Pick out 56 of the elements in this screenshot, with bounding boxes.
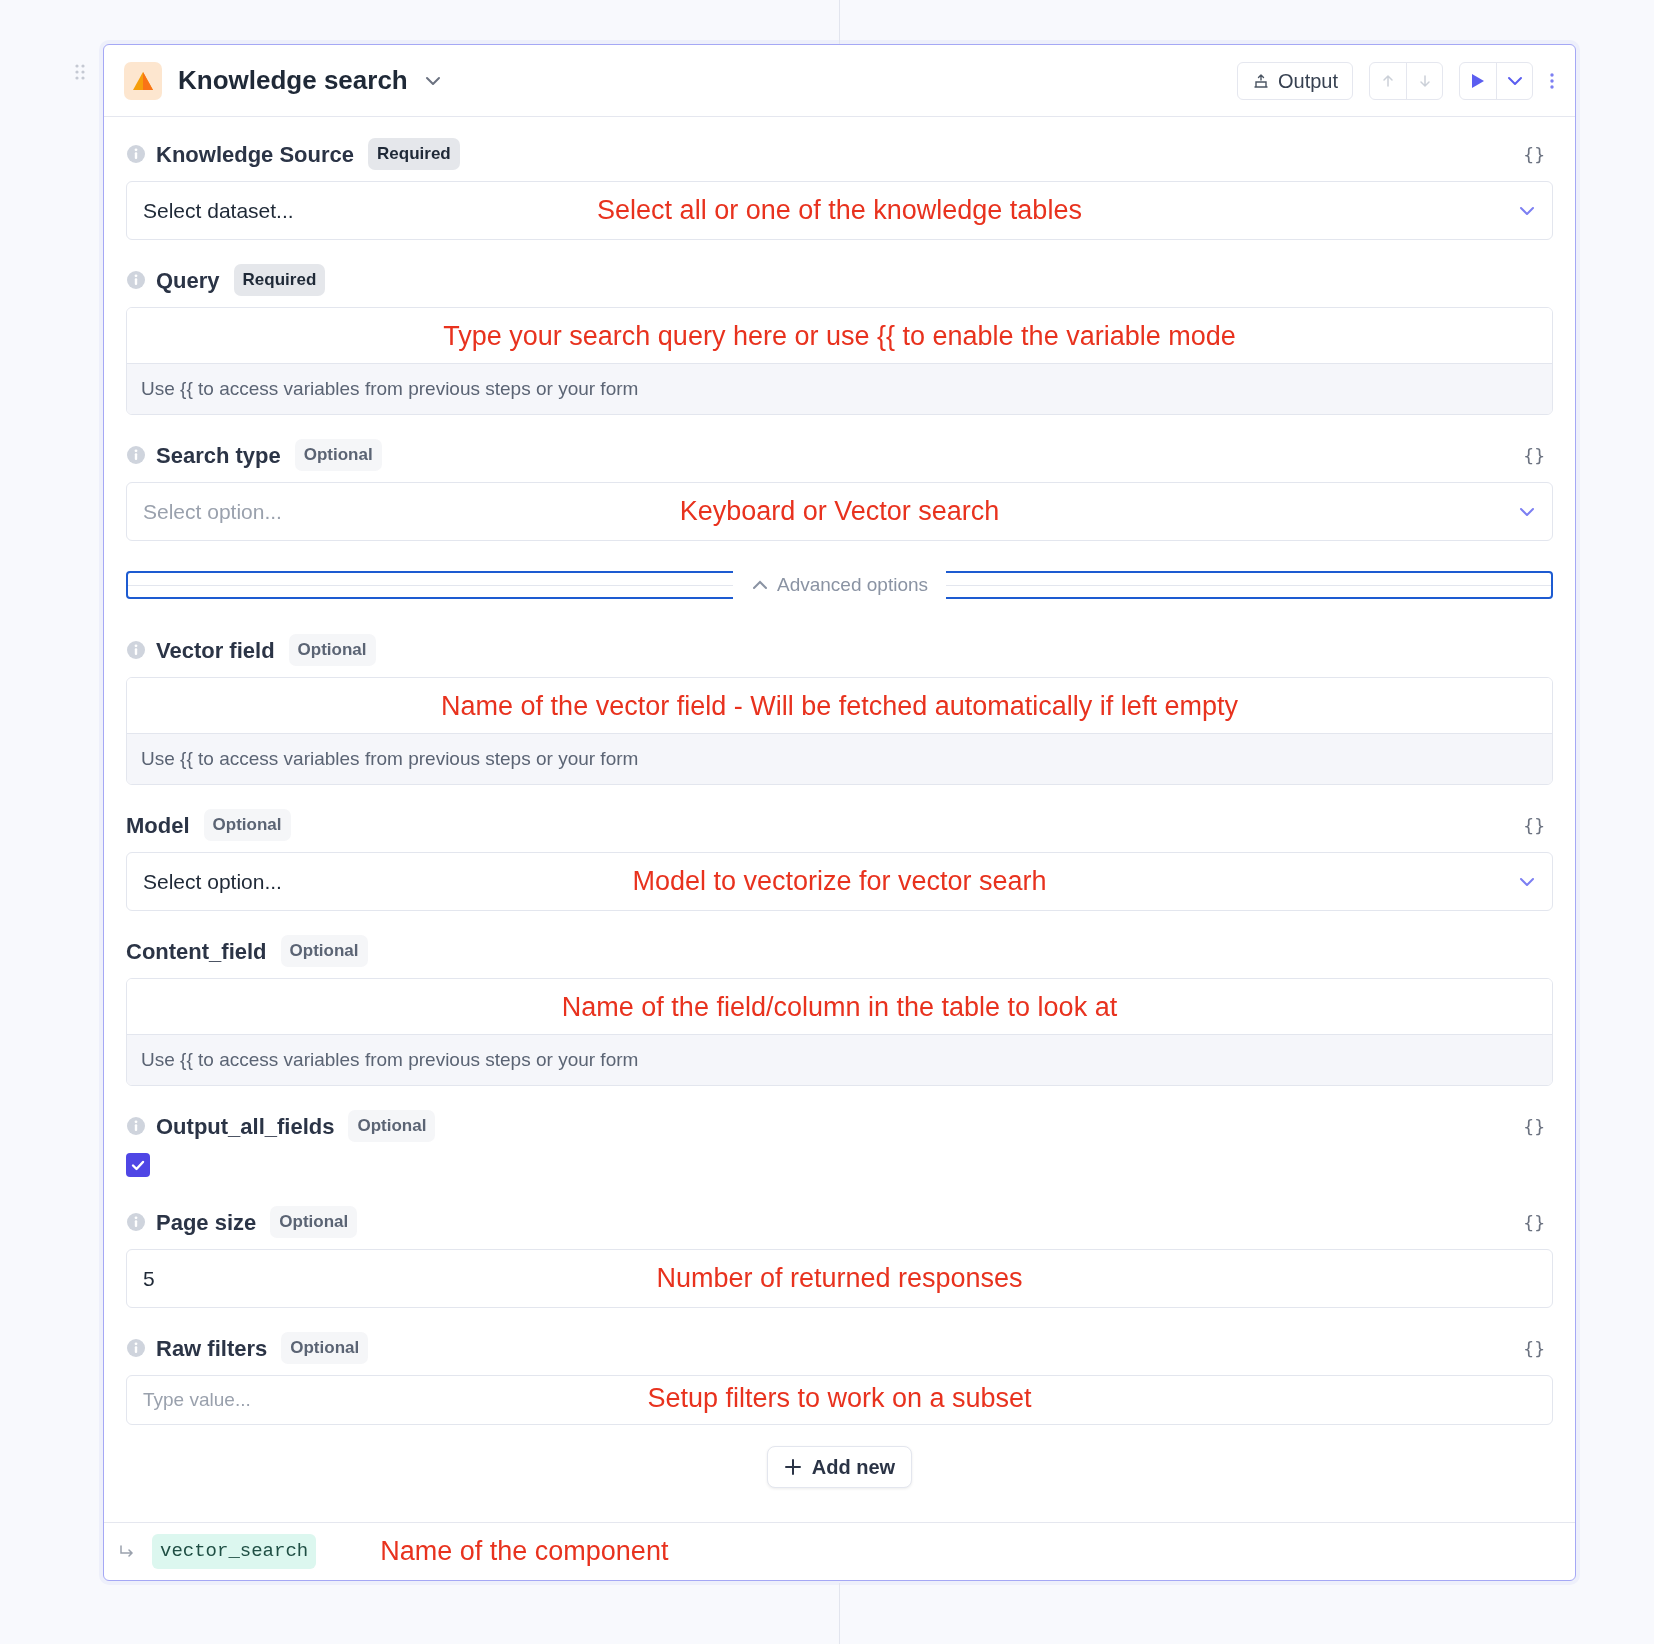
advanced-options-toggle[interactable]: Advanced options: [732, 570, 947, 600]
field-tag: Required: [233, 264, 326, 296]
info-icon[interactable]: [126, 445, 146, 465]
annotation-text: Name of the field/column in the table to look at: [561, 990, 1118, 1024]
field-tag: Optional: [280, 935, 368, 967]
field-tag: Optional: [281, 1332, 369, 1364]
annotation-text: Model to vectorize for vector searh: [632, 864, 1047, 898]
variable-toggle-button[interactable]: {}: [1515, 1208, 1553, 1236]
plus-icon: [783, 1458, 802, 1476]
field-tag: Optional: [270, 1206, 358, 1238]
field-label: Model: [126, 811, 190, 840]
arrow-up-icon: [1380, 72, 1396, 89]
annotation-text: Type your search query here or use {{ to enable the variable mode: [443, 319, 1236, 353]
variable-toggle-button[interactable]: {}: [1515, 140, 1553, 168]
annotation-text: Number of returned responses: [656, 1261, 1023, 1295]
info-icon[interactable]: [126, 1212, 146, 1232]
info-icon[interactable]: [126, 1116, 146, 1136]
app-icon: [124, 61, 162, 100]
field-label: Knowledge Source: [156, 140, 355, 169]
field-tag: Optional: [348, 1110, 436, 1142]
output-name-tag: vector_search: [152, 1534, 317, 1569]
variable-toggle-button[interactable]: {}: [1515, 1112, 1553, 1140]
field-tag: Optional: [294, 439, 382, 471]
info-icon[interactable]: [126, 144, 146, 164]
variable-toggle-button[interactable]: {}: [1515, 811, 1553, 839]
annotation-text: Keyboard or Vector search: [679, 494, 1000, 528]
more-menu-icon[interactable]: [1549, 71, 1555, 90]
output-button[interactable]: Output: [1236, 61, 1353, 100]
field-label: Content_field: [126, 937, 267, 966]
field-label: Query: [156, 266, 220, 295]
info-icon[interactable]: [126, 270, 146, 290]
variable-toggle-button[interactable]: {}: [1515, 1334, 1553, 1362]
info-icon[interactable]: [126, 640, 146, 660]
field-tag: Optional: [203, 809, 291, 841]
checkbox[interactable]: [126, 1153, 150, 1177]
field-label: Search type: [156, 441, 281, 470]
return-arrow-icon: [118, 1543, 136, 1560]
add-new-button[interactable]: Add new: [766, 1446, 913, 1488]
step-title: Knowledge search: [178, 64, 408, 97]
annotation-text: Name of the vector field - Will be fetched automatically if left empty: [441, 689, 1238, 723]
drag-handle-icon[interactable]: [74, 64, 86, 80]
annotation-text: Setup filters to work on a subset: [647, 1381, 1032, 1415]
annotation-text: Select all or one of the knowledge tables: [597, 193, 1082, 227]
field-tag: Required: [368, 138, 460, 170]
field-label: Output_all_fields: [156, 1112, 335, 1141]
field-label: Raw filters: [156, 1334, 268, 1363]
helper-text: Use {{ to access variables from previous steps or your form: [127, 364, 1552, 414]
field-label: Page size: [156, 1208, 257, 1237]
field-label: Vector field: [156, 636, 275, 665]
export-icon: [1251, 71, 1270, 90]
variable-toggle-button[interactable]: {}: [1515, 441, 1553, 469]
helper-text: Use {{ to access variables from previous steps or your form: [127, 1035, 1552, 1085]
annotation-text: Name of the component: [380, 1535, 669, 1569]
helper-text: Use {{ to access variables from previous steps or your form: [127, 734, 1552, 784]
field-tag: Optional: [288, 634, 376, 666]
info-icon[interactable]: [126, 1338, 146, 1358]
